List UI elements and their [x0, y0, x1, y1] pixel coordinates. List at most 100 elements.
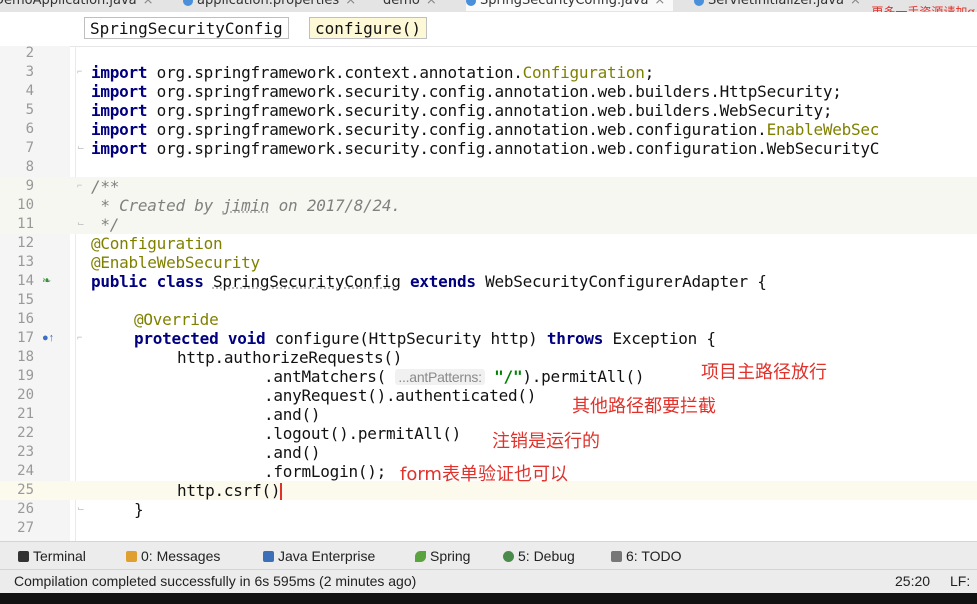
code-line[interactable]: 2	[0, 44, 977, 63]
line-number: 18	[17, 349, 34, 365]
tab-servlet-initializer[interactable]: ServletInitializer.java ×	[694, 0, 861, 11]
code-text: .logout().permitAll()	[264, 424, 462, 443]
line-number: 20	[17, 387, 34, 403]
debug-button[interactable]: 5: Debug	[503, 548, 575, 564]
breadcrumb-method[interactable]: configure()	[309, 17, 427, 39]
caret-position[interactable]: 25:20	[895, 573, 930, 589]
tool-window-bar: Terminal 0: Messages Java Enterprise Spr…	[0, 541, 977, 570]
close-icon[interactable]: ×	[345, 0, 356, 8]
code-text: org.springframework.security.config.anno…	[147, 120, 767, 139]
tab-application-properties[interactable]: application.properties ×	[183, 0, 356, 11]
line-number: 6	[25, 121, 34, 137]
todo-label: 6: TODO	[626, 548, 682, 564]
code-line[interactable]: 15	[0, 291, 977, 310]
java-enterprise-button[interactable]: Java Enterprise	[263, 548, 375, 564]
keyword: import	[91, 120, 148, 139]
java-enterprise-icon	[263, 551, 274, 562]
code-line[interactable]: 8	[0, 158, 977, 177]
spring-leaf-icon	[415, 551, 426, 562]
code-line[interactable]: 5 import org.springframework.security.co…	[0, 101, 977, 120]
line-number: 10	[17, 197, 34, 213]
code-text: org.springframework.security.config.anno…	[147, 82, 842, 101]
note-form-login: form表单验证也可以	[400, 464, 568, 485]
code-line[interactable]: 11 ⌙ */	[0, 215, 977, 234]
override-gutter-icon[interactable]: ●↑	[42, 332, 54, 344]
todo-icon	[611, 551, 622, 562]
code-line[interactable]: 13 @EnableWebSecurity	[0, 253, 977, 272]
code-line[interactable]: 3 ⌐ import org.springframework.context.a…	[0, 63, 977, 82]
line-number: 5	[25, 102, 34, 118]
line-number: 11	[17, 216, 34, 232]
close-icon[interactable]: ×	[426, 0, 437, 8]
code-text: Configuration	[522, 63, 645, 82]
todo-button[interactable]: 6: TODO	[611, 548, 682, 564]
debug-label: 5: Debug	[518, 548, 575, 564]
code-text: ).permitAll()	[522, 367, 645, 386]
code-line[interactable]: 14 ❧ public class SpringSecurityConfig e…	[0, 272, 977, 291]
breadcrumb-class[interactable]: SpringSecurityConfig	[84, 17, 289, 39]
code-text: .and()	[264, 405, 321, 424]
code-text: http.authorizeRequests()	[177, 348, 403, 367]
line-number: 15	[17, 292, 34, 308]
close-icon[interactable]: ×	[143, 0, 154, 8]
close-icon[interactable]: ×	[850, 0, 861, 8]
terminal-button[interactable]: Terminal	[18, 548, 86, 564]
tab-spring-security-config[interactable]: SpringSecurityConfig.java ×	[466, 0, 674, 11]
line-number: 8	[25, 159, 34, 175]
fold-marker-icon[interactable]: ⌙	[77, 503, 86, 513]
code-line[interactable]: 20 .anyRequest().authenticated()	[0, 386, 977, 405]
fold-marker-icon[interactable]: ⌐	[77, 66, 86, 76]
fold-marker-icon[interactable]: ⌐	[77, 180, 86, 190]
line-number: 7	[25, 140, 34, 156]
code-line[interactable]: 18 http.authorizeRequests()	[0, 348, 977, 367]
tab-label: ServletInitializer.java	[708, 0, 844, 8]
line-number: 21	[17, 406, 34, 422]
code-text: .formLogin();	[264, 462, 386, 481]
code-line[interactable]: 17 ●↑ ⌐ protected void configure(HttpSec…	[0, 329, 977, 348]
bean-gutter-icon[interactable]: ❧	[42, 275, 54, 287]
annotation-text: @EnableWebSecurity	[91, 253, 260, 272]
code-text: org.springframework.security.config.anno…	[147, 101, 833, 120]
tab-demo[interactable]: demo ×	[383, 0, 437, 11]
code-text: ;	[644, 63, 655, 82]
code-text: EnableWebSec	[766, 120, 880, 139]
java-class-icon	[694, 0, 704, 6]
breadcrumb: SpringSecurityConfig configure()	[0, 12, 977, 47]
code-line[interactable]: 12 @Configuration	[0, 234, 977, 253]
line-number: 25	[17, 482, 34, 498]
code-line[interactable]: 9 ⌐ /**	[0, 177, 977, 196]
code-line[interactable]: 16 @Override	[0, 310, 977, 329]
line-number: 23	[17, 444, 34, 460]
keyword: import	[91, 82, 148, 101]
terminal-icon	[18, 551, 29, 562]
tab-label: demo	[383, 0, 420, 8]
status-bar: Compilation completed successfully in 6s…	[0, 569, 977, 594]
line-number: 19	[17, 368, 34, 384]
code-line[interactable]: 10 * Created by jimin on 2017/8/24.	[0, 196, 977, 215]
tab-label: DemoApplication.java	[0, 0, 137, 8]
terminal-label: Terminal	[33, 548, 86, 564]
tab-demo-application[interactable]: DemoApplication.java ×	[0, 0, 154, 11]
line-number: 9	[25, 178, 34, 194]
code-text: }	[134, 500, 144, 519]
line-separator[interactable]: LF:	[950, 573, 970, 589]
status-message[interactable]: Compilation completed successfully in 6s…	[14, 573, 416, 589]
tab-label: application.properties	[197, 0, 340, 8]
code-line[interactable]: 22 .logout().permitAll()	[0, 424, 977, 443]
fold-marker-icon[interactable]: ⌐	[77, 332, 86, 342]
messages-button[interactable]: 0: Messages	[126, 548, 220, 564]
code-line[interactable]: 6 import org.springframework.security.co…	[0, 120, 977, 139]
close-icon[interactable]: ×	[654, 0, 665, 8]
fold-marker-icon[interactable]: ⌙	[77, 218, 86, 228]
code-line[interactable]: 7 ⌙ import org.springframework.security.…	[0, 139, 977, 158]
code-line[interactable]: 27	[0, 519, 977, 538]
fold-marker-icon[interactable]: ⌙	[77, 142, 86, 152]
code-line[interactable]: 4 import org.springframework.security.co…	[0, 82, 977, 101]
code-line[interactable]: 19 .antMatchers( ...antPatterns: "/").pe…	[0, 367, 977, 386]
spring-button[interactable]: Spring	[415, 548, 470, 564]
code-line[interactable]: 21 .and()	[0, 405, 977, 424]
comment-author: jimin	[222, 196, 270, 215]
line-number: 4	[25, 83, 34, 99]
code-text: .anyRequest().authenticated()	[264, 386, 537, 405]
code-line[interactable]: 26 ⌙ }	[0, 500, 977, 519]
